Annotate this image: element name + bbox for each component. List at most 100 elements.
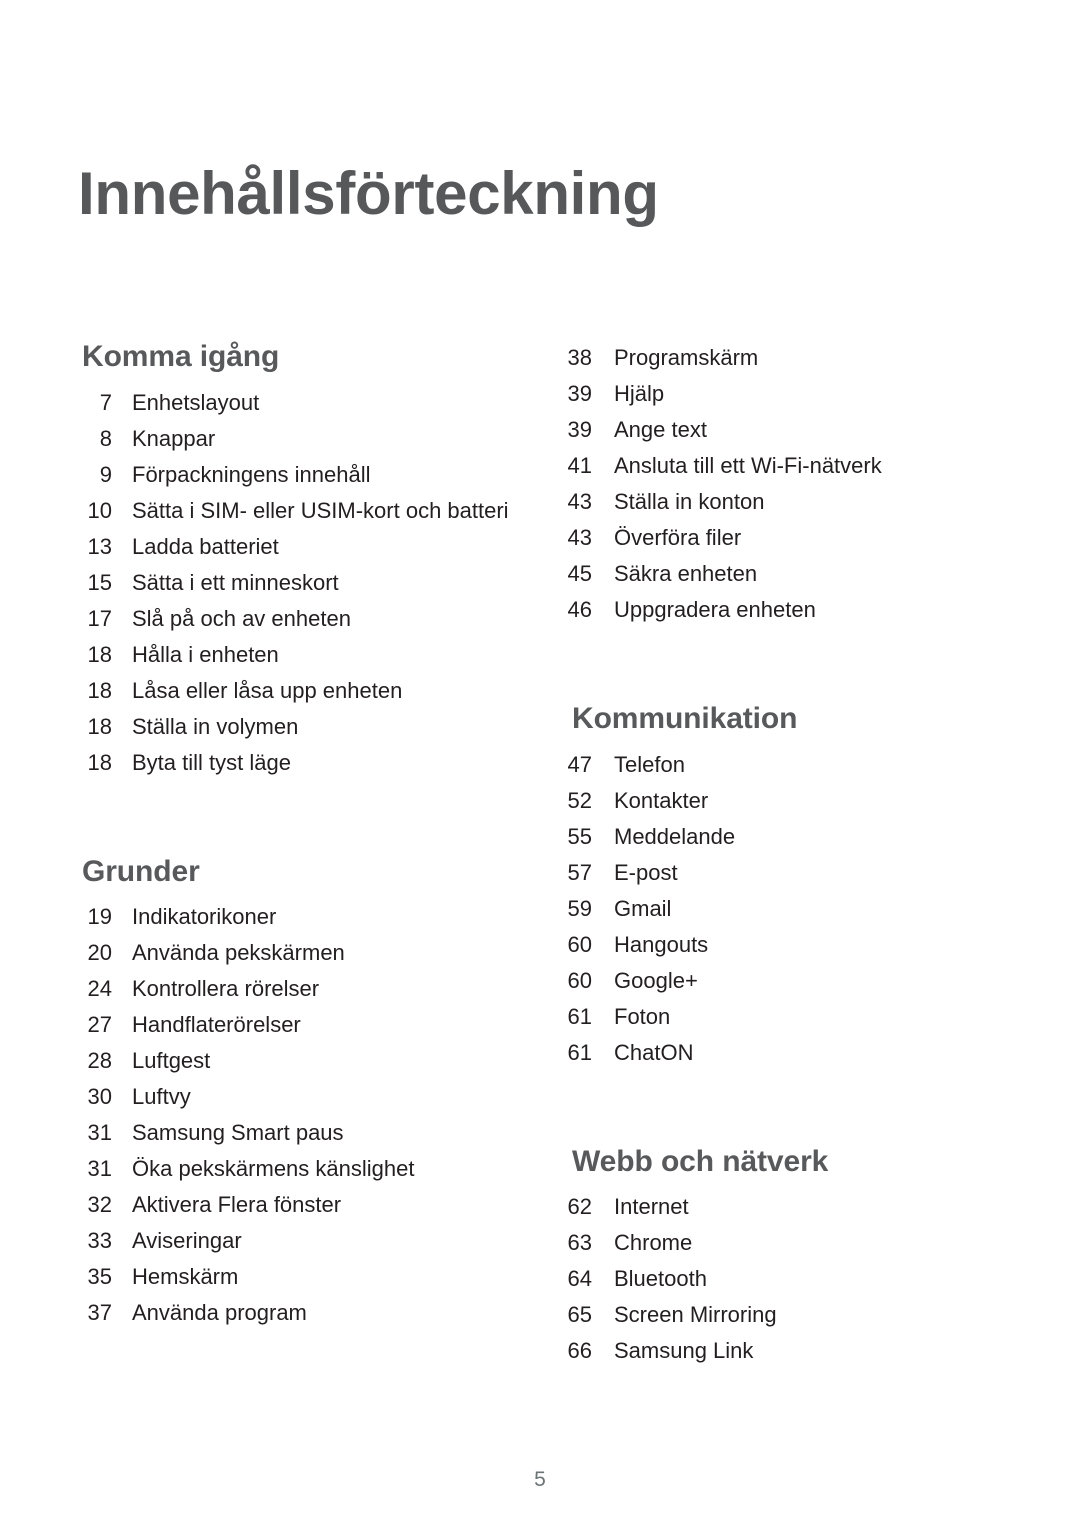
toc-entry-page-number: 18 xyxy=(87,677,112,703)
toc-entry[interactable]: 24 Kontrollera rörelser xyxy=(80,971,560,1007)
toc-entry-label: Förpackningens innehåll xyxy=(132,461,371,487)
toc-entry-label: Låsa eller låsa upp enheten xyxy=(132,677,403,703)
toc-page: Innehållsförteckning Komma igång 7 Enhetsl… xyxy=(0,0,1080,1527)
toc-entry-label: Hjälp xyxy=(614,381,665,406)
toc-entry[interactable]: 8 Knappar xyxy=(80,421,560,457)
toc-section: Komma igång 7 Enhetslayout 8 Knappar 9 Förpack… xyxy=(80,340,560,781)
toc-entry[interactable]: 31 Öka pekskärmens känslighet xyxy=(80,1151,560,1187)
toc-entry[interactable]: 30 Luftvy xyxy=(80,1079,560,1115)
toc-entry-list: 19 Indikatorikoner 20 Använda pekskärmen 24 K… xyxy=(80,899,560,1331)
toc-entry[interactable]: 39 Ange text xyxy=(560,412,990,448)
toc-entry[interactable]: 31 Samsung Smart paus xyxy=(80,1115,560,1151)
toc-entry-page-number: 15 xyxy=(87,569,112,595)
toc-entry[interactable]: 47 Telefon xyxy=(560,747,990,783)
toc-entry-label: Bluetooth xyxy=(614,1266,707,1292)
toc-entry[interactable]: 66 Samsung Link xyxy=(560,1333,990,1369)
toc-entry[interactable]: 65 Screen Mirroring xyxy=(560,1297,990,1333)
toc-entry[interactable]: 33 Aviseringar xyxy=(80,1223,560,1259)
toc-entry-label: Hemskärm xyxy=(132,1264,239,1290)
toc-entry[interactable]: 18 Hålla i enheten xyxy=(80,637,560,673)
toc-entry[interactable]: 41 Ansluta till ett Wi-Fi-nätverk xyxy=(560,448,990,484)
toc-entry[interactable]: 35 Hemskärm xyxy=(80,1259,560,1295)
toc-entry-page-number: 60 xyxy=(567,967,592,993)
toc-entry[interactable]: 62 Internet xyxy=(560,1189,990,1225)
toc-entry[interactable]: 39 Hjälp xyxy=(560,376,990,412)
toc-column-left: Komma igång 7 Enhetslayout 8 Knappar 9 Förpack… xyxy=(80,340,560,1331)
toc-entry[interactable]: 64 Bluetooth xyxy=(560,1261,990,1297)
toc-entry-label: E-post xyxy=(614,859,678,885)
toc-entry-page-number: 62 xyxy=(567,1194,592,1220)
toc-entry-label: Samsung Link xyxy=(614,1338,754,1364)
toc-section-heading: Kommunikation xyxy=(572,702,798,735)
toc-entry[interactable]: 43 Överföra filer xyxy=(560,520,990,556)
toc-entry-label: Säkra enheten xyxy=(614,561,758,586)
toc-entry[interactable]: 63 Chrome xyxy=(560,1225,990,1261)
toc-entry-page-number: 18 xyxy=(87,641,112,667)
toc-entry[interactable]: 60 Google+ xyxy=(560,963,990,999)
toc-entry[interactable]: 28 Luftgest xyxy=(80,1043,560,1079)
toc-entry-label: Screen Mirroring xyxy=(614,1302,777,1328)
toc-entry[interactable]: 55 Meddelande xyxy=(560,819,990,855)
toc-entry-label: Uppgradera enheten xyxy=(614,597,816,622)
toc-entry-page-number: 61 xyxy=(567,1039,592,1065)
toc-entry-page-number: 43 xyxy=(567,489,592,514)
toc-entry[interactable]: 45 Säkra enheten xyxy=(560,556,990,592)
toc-entry[interactable]: 18 Byta till tyst läge xyxy=(80,745,560,781)
toc-section: Kommunikation 47 Telefon 52 Kontakter 55 Medde… xyxy=(560,702,990,1071)
toc-entry[interactable]: 20 Använda pekskärmen xyxy=(80,935,560,971)
toc-entry-page-number: 33 xyxy=(87,1228,112,1254)
toc-entry[interactable]: 52 Kontakter xyxy=(560,783,990,819)
toc-entry[interactable]: 32 Aktivera Flera fönster xyxy=(80,1187,560,1223)
toc-entry-page-number: 28 xyxy=(87,1048,112,1074)
toc-entry-label: Luftgest xyxy=(132,1048,211,1074)
toc-columns: Komma igång 7 Enhetslayout 8 Knappar 9 Förpack… xyxy=(0,340,1080,1369)
toc-entry-page-number: 43 xyxy=(567,525,592,550)
toc-entry[interactable]: 38 Programskärm xyxy=(560,340,990,376)
toc-entry[interactable]: 43 Ställa in konton xyxy=(560,484,990,520)
toc-entry-page-number: 8 xyxy=(99,425,112,451)
toc-entry-page-number: 32 xyxy=(87,1192,112,1218)
toc-entry-page-number: 10 xyxy=(87,497,112,523)
toc-entry-page-number: 9 xyxy=(99,461,112,487)
toc-section-heading: Webb och nätverk xyxy=(572,1144,829,1178)
toc-entry-page-number: 18 xyxy=(87,749,112,775)
toc-entry[interactable]: 57 E-post xyxy=(560,855,990,891)
toc-entry-page-number: 60 xyxy=(567,931,592,957)
toc-entry-label: Kontrollera rörelser xyxy=(132,976,320,1002)
toc-entry-page-number: 46 xyxy=(567,597,592,622)
toc-entry-page-number: 27 xyxy=(87,1012,112,1038)
toc-entry[interactable]: 10 Sätta i SIM- eller USIM-kort och batte… xyxy=(80,493,560,529)
toc-entry-label: Sätta i SIM- eller USIM-kort och batteri xyxy=(132,497,509,523)
toc-entry-label: ChatON xyxy=(614,1039,694,1065)
toc-entry-label: Luftvy xyxy=(132,1084,191,1110)
toc-entry-label: Internet xyxy=(614,1194,689,1220)
toc-entry-label: Hålla i enheten xyxy=(132,641,279,667)
toc-entry-label: Telefon xyxy=(614,751,685,777)
toc-entry[interactable]: 59 Gmail xyxy=(560,891,990,927)
toc-entry-label: Aviseringar xyxy=(132,1228,242,1254)
toc-entry-page-number: 7 xyxy=(99,389,112,415)
toc-entry[interactable]: 19 Indikatorikoner xyxy=(80,899,560,935)
toc-entry[interactable]: 18 Låsa eller låsa upp enheten xyxy=(80,673,560,709)
toc-entry-label: Enhetslayout xyxy=(132,389,260,415)
toc-entry[interactable]: 9 Förpackningens innehåll xyxy=(80,457,560,493)
toc-entry[interactable]: 18 Ställa in volymen xyxy=(80,709,560,745)
toc-entry[interactable]: 13 Ladda batteriet xyxy=(80,529,560,565)
toc-entry-list: 7 Enhetslayout 8 Knappar 9 Förpackningens inn… xyxy=(80,385,560,781)
toc-entry-page-number: 24 xyxy=(87,976,112,1002)
toc-entry[interactable]: 15 Sätta i ett minneskort xyxy=(80,565,560,601)
toc-section: Grunder 19 Indikatorikoner 20 Använda pekskä… xyxy=(80,855,560,1332)
toc-entry-label: Foton xyxy=(614,1003,671,1029)
toc-entry[interactable]: 60 Hangouts xyxy=(560,927,990,963)
toc-entry[interactable]: 27 Handflaterörelser xyxy=(80,1007,560,1043)
toc-entry-label: Indikatorikoner xyxy=(132,904,277,930)
toc-entry-label: Använda pekskärmen xyxy=(132,940,345,966)
toc-entry[interactable]: 61 ChatON xyxy=(560,1035,990,1071)
toc-entry-page-number: 63 xyxy=(567,1230,592,1256)
toc-entry-page-number: 61 xyxy=(567,1003,592,1029)
toc-entry[interactable]: 37 Använda program xyxy=(80,1295,560,1331)
toc-entry[interactable]: 46 Uppgradera enheten xyxy=(560,592,990,628)
toc-entry[interactable]: 7 Enhetslayout xyxy=(80,385,560,421)
toc-entry[interactable]: 61 Foton xyxy=(560,999,990,1035)
toc-entry[interactable]: 17 Slå på och av enheten xyxy=(80,601,560,637)
